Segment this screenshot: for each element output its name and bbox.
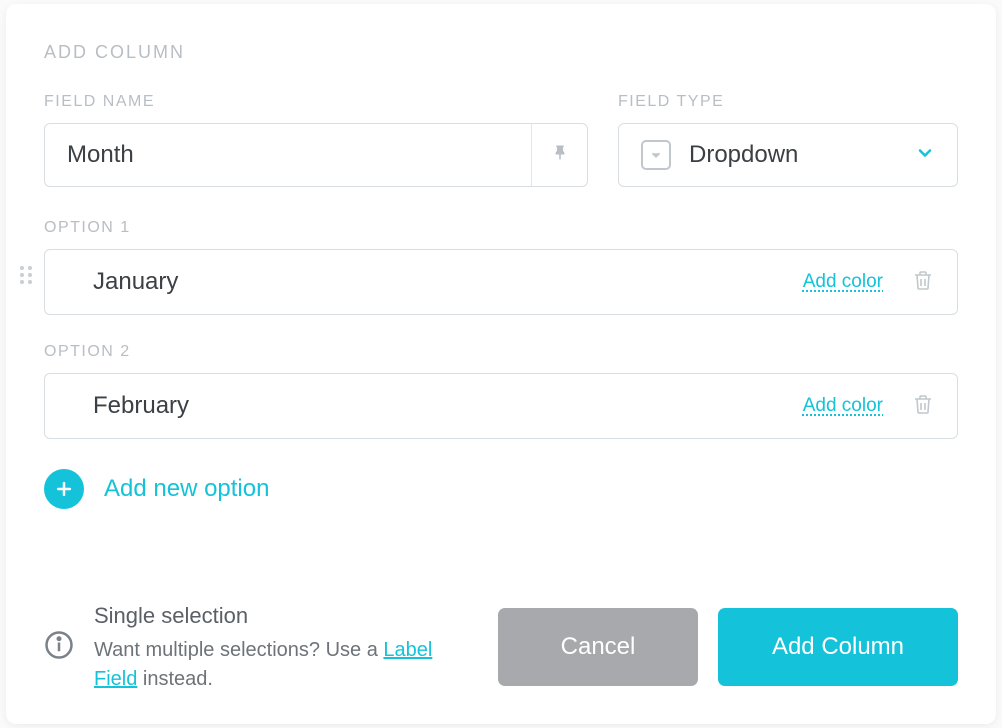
dropdown-type-icon [641,140,671,170]
field-name-label: FIELD NAME [44,93,588,111]
option-label: OPTION 1 [44,219,958,237]
field-row: FIELD NAME FIELD TYPE Dropdown [44,93,958,187]
field-type-label: FIELD TYPE [618,93,958,111]
info-text: Single selection Want multiple selection… [94,600,478,694]
pin-button[interactable] [531,124,587,186]
cancel-button[interactable]: Cancel [498,608,698,686]
field-type-select[interactable]: Dropdown [618,123,958,187]
add-color-link[interactable]: Add color [803,271,883,293]
field-name-input-wrap [44,123,588,187]
info-body: Want multiple selections? Use a Label Fi… [94,636,478,694]
modal-title: ADD COLUMN [44,42,958,63]
info-suffix: instead. [137,668,213,690]
option-block: OPTION 1 Add color [44,219,958,315]
option-input[interactable] [93,392,785,420]
option-block: OPTION 2 Add color [44,343,958,439]
field-name-group: FIELD NAME [44,93,588,187]
trash-icon[interactable] [911,392,935,421]
add-new-option-label: Add new option [104,475,269,503]
modal-footer: Single selection Want multiple selection… [44,600,958,694]
field-type-value: Dropdown [689,141,897,169]
pin-icon [551,144,569,167]
add-column-modal: ADD COLUMN FIELD NAME FIELD TYPE Dropdow… [6,4,996,724]
option-input-wrap: Add color [44,373,958,439]
add-color-link[interactable]: Add color [803,395,883,417]
field-type-group: FIELD TYPE Dropdown [618,93,958,187]
trash-icon[interactable] [911,268,935,297]
chevron-down-icon [915,143,935,168]
drag-handle-icon[interactable] [18,263,34,292]
option-input[interactable] [93,268,785,296]
info-prefix: Want multiple selections? Use a [94,639,383,661]
option-label: OPTION 2 [44,343,958,361]
option-input-wrap: Add color [44,249,958,315]
add-new-option-button[interactable]: Add new option [44,469,958,509]
field-name-input[interactable] [45,141,531,169]
add-column-button[interactable]: Add Column [718,608,958,686]
plus-icon [44,469,84,509]
info-title: Single selection [94,600,478,632]
info-icon [44,630,74,665]
